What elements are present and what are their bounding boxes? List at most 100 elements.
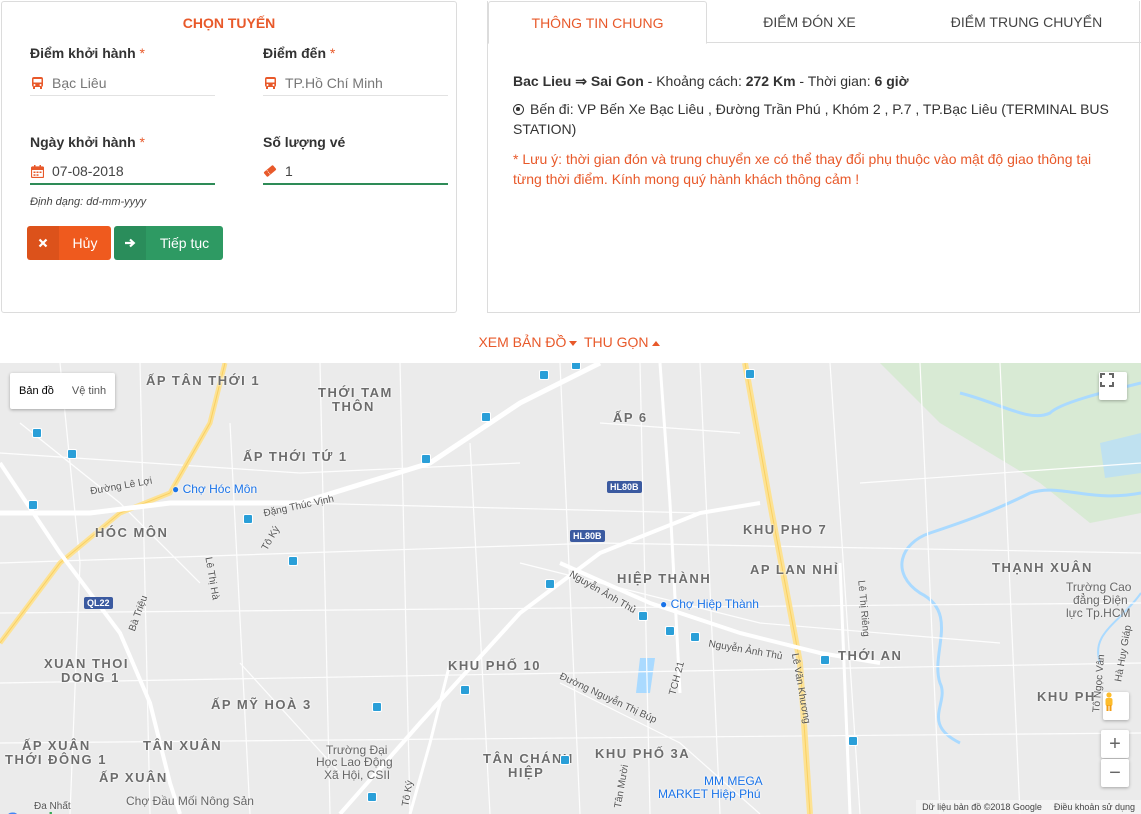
map-area-label: THỚI ĐÔNG 1 bbox=[5, 752, 107, 767]
bus-stop-icon[interactable] bbox=[665, 626, 675, 636]
to-input[interactable]: TP.Hồ Chí Minh bbox=[263, 70, 448, 96]
bus-stop-icon[interactable] bbox=[690, 632, 700, 642]
poi-label: MARKET Hiệp Phú bbox=[658, 787, 761, 801]
plus-icon: + bbox=[1109, 732, 1121, 755]
date-value: 07-08-2018 bbox=[52, 163, 124, 179]
caret-up-icon bbox=[651, 340, 660, 346]
map-area-label: KHU PHỐ 10 bbox=[448, 658, 542, 673]
cancel-label: Hủy bbox=[72, 235, 98, 251]
bus-stop-icon[interactable] bbox=[460, 685, 470, 695]
minus-icon: − bbox=[1109, 761, 1121, 784]
info-panel: THÔNG TIN CHUNG ĐIỂM ĐÓN XE ĐIỂM TRUNG C… bbox=[487, 1, 1141, 313]
bus-stop-icon[interactable] bbox=[367, 792, 377, 802]
map-type-satellite[interactable]: Vệ tinh bbox=[63, 373, 115, 409]
bus-stop-icon[interactable] bbox=[745, 369, 755, 379]
required-mark: * bbox=[329, 45, 336, 61]
bus-icon bbox=[263, 76, 277, 90]
map-area-label: XUAN THOI bbox=[44, 656, 129, 671]
tab-pickup-points[interactable]: ĐIỂM ĐÓN XE bbox=[707, 1, 912, 43]
booking-title: CHỌN TUYẾN bbox=[182, 15, 276, 31]
map-area-label: THỚI TAM bbox=[318, 385, 393, 400]
date-field: Ngày khởi hành * 07-08-2018 Định dạng: d… bbox=[30, 134, 215, 214]
calendar-icon bbox=[30, 164, 44, 178]
map-pin-icon: ● bbox=[660, 597, 668, 611]
booking-panel: CHỌN TUYẾN Điểm khởi hành * Bạc Liêu Điể… bbox=[1, 1, 457, 313]
map-area-label: THẠNH XUÂN bbox=[992, 560, 1093, 575]
page: CHỌN TUYẾN Điểm khởi hành * Bạc Liêu Điể… bbox=[0, 0, 1141, 814]
arrow-right-icon bbox=[114, 226, 146, 260]
poi-marker[interactable]: ● Chợ Hiệp Thành bbox=[660, 597, 759, 611]
fullscreen-button[interactable] bbox=[1099, 372, 1127, 400]
bus-stop-icon[interactable] bbox=[67, 449, 77, 459]
map-toggle: XEM BẢN ĐỒ THU GỌN bbox=[0, 334, 1141, 350]
map-footer: Dữ liệu bản đồ ©2018 Google Điều khoản s… bbox=[916, 800, 1141, 814]
poi-label: Chợ Đầu Mối Nông Sản bbox=[126, 794, 254, 808]
date-input[interactable]: 07-08-2018 bbox=[30, 159, 215, 185]
date-format-hint: Định dạng: dd-mm-yyyy bbox=[30, 196, 147, 208]
map-area-label: KHU PH bbox=[1037, 689, 1096, 704]
bus-stop-icon[interactable] bbox=[421, 454, 431, 464]
map-area-label: ẤP MỸ HOÀ 3 bbox=[211, 697, 312, 712]
map-area-label: AP LAN NHỈ bbox=[750, 562, 840, 577]
poi-label: Xã Hội, CSII bbox=[324, 768, 391, 782]
qty-input[interactable]: 1 bbox=[263, 159, 448, 185]
bus-stop-icon[interactable] bbox=[372, 702, 382, 712]
map-terms-link[interactable]: Điều khoản sử dụng bbox=[1054, 802, 1135, 812]
map-pin-icon: ● bbox=[172, 482, 180, 496]
collapse-map-link[interactable]: THU GỌN bbox=[584, 334, 649, 350]
bus-stop-icon[interactable] bbox=[545, 579, 555, 589]
qty-label: Số lượng vé bbox=[263, 134, 346, 150]
bus-stop-icon[interactable] bbox=[243, 514, 253, 524]
bus-stop-icon[interactable] bbox=[820, 655, 830, 665]
qty-field: Số lượng vé 1 bbox=[263, 134, 448, 194]
bus-stop-icon[interactable] bbox=[288, 556, 298, 566]
caret-down-icon bbox=[569, 340, 578, 346]
bus-stop-icon[interactable] bbox=[32, 428, 42, 438]
show-map-link[interactable]: XEM BẢN ĐỒ bbox=[478, 334, 566, 350]
to-field: Điểm đến * TP.Hồ Chí Minh bbox=[263, 45, 448, 105]
map-attribution: Dữ liệu bản đồ ©2018 Google bbox=[922, 802, 1042, 812]
route-summary: Bac Lieu ⇒ Sai Gon - Khoảng cách: 272 Km… bbox=[513, 73, 909, 89]
map-area-label: KHU PHO 7 bbox=[743, 522, 828, 537]
map-area-label: HIỆP THÀNH bbox=[617, 571, 712, 586]
continue-button[interactable]: Tiếp tục bbox=[114, 226, 223, 260]
map-area-label: HÓC MÔN bbox=[95, 525, 169, 540]
bus-stop-icon[interactable] bbox=[28, 500, 38, 510]
zoom-in-button[interactable]: + bbox=[1101, 730, 1129, 758]
map-area-label: ẤP XUÂN bbox=[22, 738, 91, 753]
route-info: Bac Lieu ⇒ Sai Gon - Khoảng cách: 272 Km… bbox=[513, 71, 1123, 189]
svg-text:Google: Google bbox=[6, 809, 62, 814]
bus-stop-icon[interactable] bbox=[571, 363, 581, 370]
bus-stop-icon[interactable] bbox=[638, 611, 648, 621]
bus-stop-icon[interactable] bbox=[560, 755, 570, 765]
road-number-tag: HL80B bbox=[607, 481, 642, 493]
map-type-roadmap[interactable]: Bản đồ bbox=[10, 373, 63, 409]
from-label: Điểm khởi hành bbox=[30, 45, 136, 61]
poi-label: lực Tp.HCM bbox=[1066, 606, 1131, 620]
continue-label: Tiếp tục bbox=[159, 235, 210, 251]
zoom-out-button[interactable]: − bbox=[1101, 759, 1129, 787]
cancel-button[interactable]: Hủy bbox=[27, 226, 111, 260]
close-icon bbox=[27, 226, 59, 260]
bus-stop-icon[interactable] bbox=[848, 736, 858, 746]
map-area-label: THỚI AN bbox=[838, 648, 903, 663]
to-value: TP.Hồ Chí Minh bbox=[285, 74, 383, 91]
date-label: Ngày khởi hành bbox=[30, 134, 136, 150]
road-number-tag: QL22 bbox=[84, 597, 113, 609]
qty-value: 1 bbox=[285, 163, 293, 179]
poi-marker[interactable]: ● Chợ Hóc Môn bbox=[172, 482, 257, 496]
to-label: Điểm đến bbox=[263, 45, 327, 61]
bus-stop-icon[interactable] bbox=[481, 412, 491, 422]
map-area-label: HIỆP bbox=[508, 765, 545, 780]
map-area-label: THÔN bbox=[332, 399, 375, 414]
bus-stop-icon[interactable] bbox=[539, 370, 549, 380]
map-area-label: DONG 1 bbox=[61, 670, 120, 685]
required-mark: * bbox=[139, 134, 145, 150]
map-view[interactable]: ẤP TÂN THỚI 1 THỚI TAM THÔN ẤP 6 ẤP THỚI… bbox=[0, 363, 1141, 814]
tab-transfer-points[interactable]: ĐIỂM TRUNG CHUYỂN bbox=[912, 1, 1141, 43]
road-number-tag: HL80B bbox=[570, 530, 605, 542]
tab-general-info[interactable]: THÔNG TIN CHUNG bbox=[488, 1, 707, 44]
from-input[interactable]: Bạc Liêu bbox=[30, 70, 215, 96]
from-field: Điểm khởi hành * Bạc Liêu bbox=[30, 45, 215, 105]
street-view-button[interactable] bbox=[1103, 692, 1129, 720]
